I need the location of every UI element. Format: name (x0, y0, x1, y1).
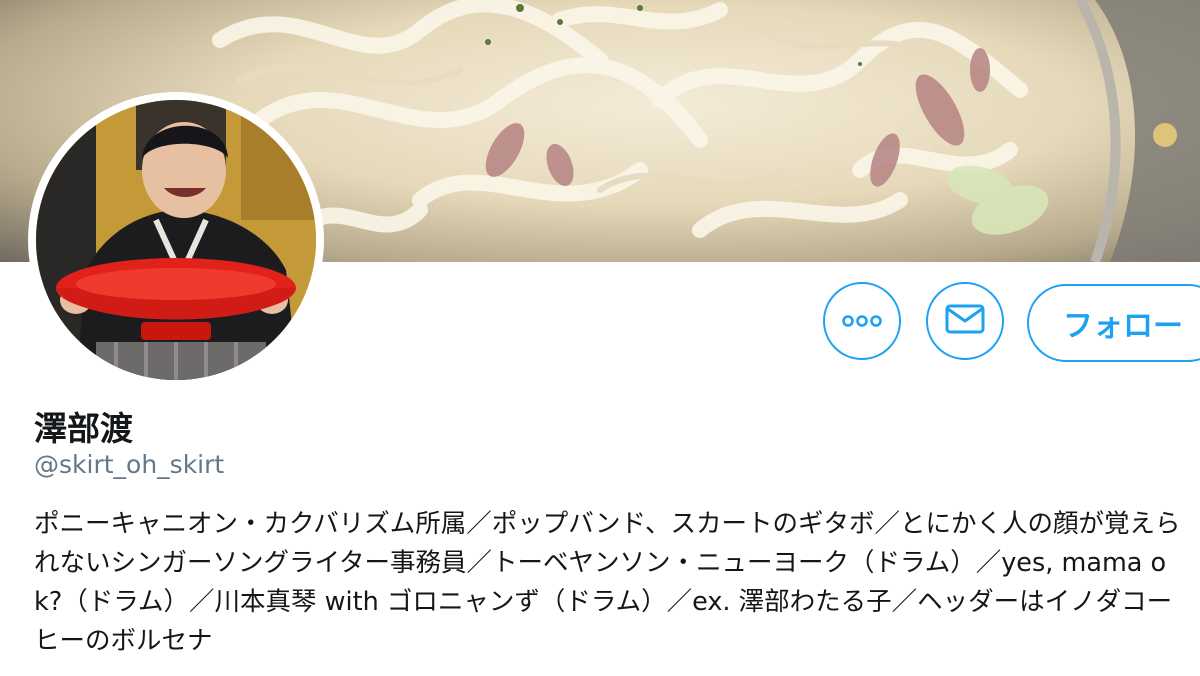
more-button[interactable] (823, 282, 901, 360)
more-icon (842, 312, 882, 331)
message-button[interactable] (926, 282, 1004, 360)
envelope-icon (945, 304, 985, 338)
bio: ポニーキャニオン・カクバリズム所属／ポップバンド、スカートのギタボ／とにかく人の… (34, 509, 1181, 656)
avatar[interactable] (28, 92, 324, 388)
avatar-photo (36, 100, 316, 380)
display-name: 澤部渡 (34, 409, 133, 448)
follow-button[interactable]: フォロー (1027, 284, 1200, 362)
handle[interactable]: @skirt_oh_skirt (34, 450, 224, 479)
